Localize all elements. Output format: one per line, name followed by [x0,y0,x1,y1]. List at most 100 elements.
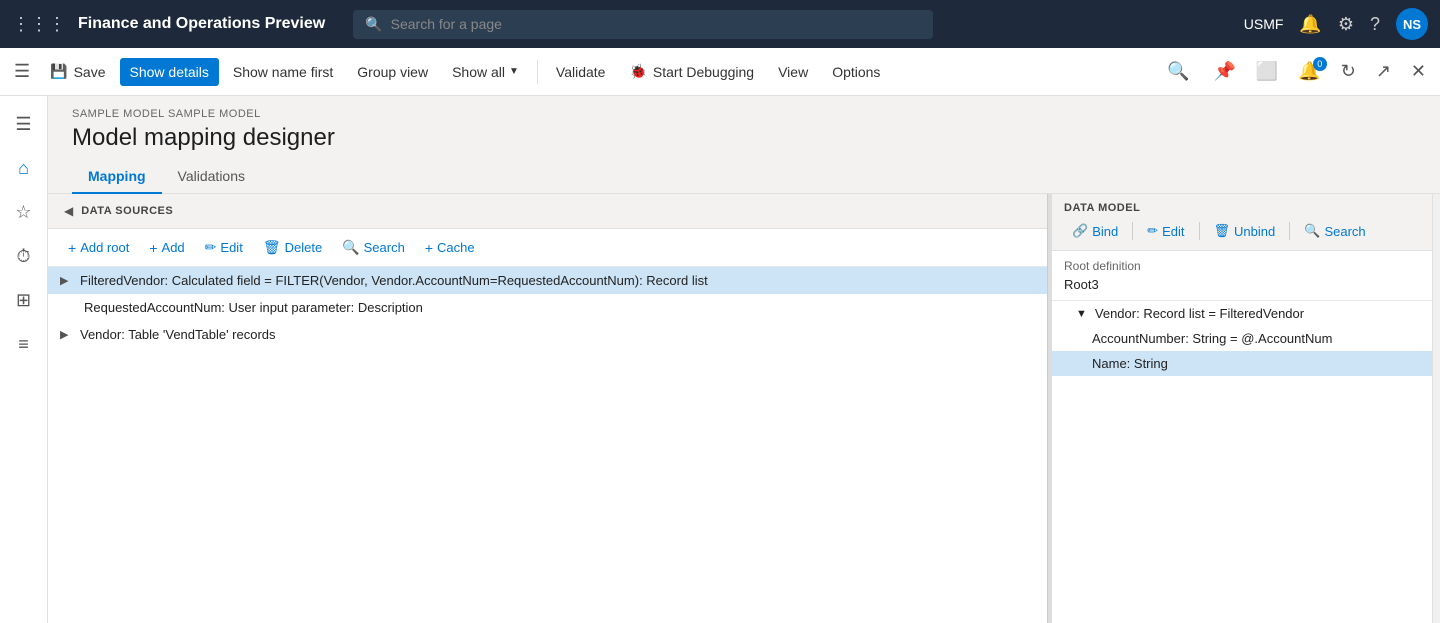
show-all-button[interactable]: Show all ▼ [442,58,529,86]
data-model-toolbar: 🔗 Bind ✏ Edit 🗑 Unbind [1064,220,1420,242]
data-model-title: DATA MODEL [1064,202,1420,214]
search-icon: 🔍 [342,239,359,256]
data-model-panel: DATA MODEL 🔗 Bind ✏ Edit 🗑 [1052,194,1432,623]
search-icon: 🔍 [365,16,382,33]
sidebar-item-home[interactable]: ⌂ [4,148,44,188]
chevron-down-icon: ▼ [509,66,519,77]
dm-tree-item-name-string[interactable]: Name: String [1052,351,1432,376]
sidebar: ☰ ⌂ ☆ ⏱ ⊞ ≡ [0,96,48,623]
sidebar-item-recent[interactable]: ⏱ [4,236,44,276]
dm-tree-item-text: Name: String [1092,356,1168,371]
cache-icon: + [425,240,433,256]
root-definition: Root definition Root3 [1052,251,1432,301]
save-button[interactable]: 💾 Save [40,57,115,86]
cache-button[interactable]: + Cache [417,236,483,260]
expand-icon[interactable]: ▶ [60,274,76,287]
add-button[interactable]: + Add [141,236,192,260]
tab-mapping[interactable]: Mapping [72,160,162,194]
global-search-bar[interactable]: 🔍 [353,10,933,39]
dm-tree-item-text: AccountNumber: String = @.AccountNum [1092,331,1332,346]
tree-item-filtered-vendor[interactable]: ▶ FilteredVendor: Calculated field = FIL… [48,267,1047,294]
search-page-icon[interactable]: 🔍 [1161,57,1195,86]
tree-item-text: RequestedAccountNum: User input paramete… [84,300,1035,315]
search-button[interactable]: 🔍 Search [334,235,413,260]
unbind-icon: 🗑 [1214,223,1231,239]
dm-edit-button[interactable]: ✏ Edit [1139,220,1192,242]
app-title: Finance and Operations Preview [78,15,325,33]
main-layout: ☰ ⌂ ☆ ⏱ ⊞ ≡ SAMPLE MODEL SAMPLE MODEL Mo… [0,96,1440,623]
refresh-icon[interactable]: ↻ [1335,57,1362,86]
bind-button[interactable]: 🔗 Bind [1064,220,1126,242]
page-header: SAMPLE MODEL SAMPLE MODEL Model mapping … [48,96,1440,160]
validate-button[interactable]: Validate [546,58,616,86]
group-view-button[interactable]: Group view [347,58,438,86]
debug-icon: 🐞 [629,63,646,80]
page-title: Model mapping designer [72,124,1416,152]
plus-icon: + [68,240,76,256]
save-icon: 💾 [50,63,67,80]
delete-icon: 🗑 [263,239,281,256]
sidebar-item-list[interactable]: ≡ [4,324,44,364]
open-in-new-icon[interactable]: ↗ [1370,57,1397,86]
show-details-button[interactable]: Show details [120,58,219,86]
content-area: SAMPLE MODEL SAMPLE MODEL Model mapping … [48,96,1440,623]
dm-tree-item-text: Vendor: Record list = FilteredVendor [1095,306,1304,321]
notification-badge: 0 [1313,57,1327,71]
panel-collapse-toggle[interactable]: ◀ [60,202,77,220]
pin-icon[interactable]: 📌 [1207,57,1241,86]
edit-icon: ✏ [1147,223,1158,239]
hamburger-menu-icon[interactable]: ☰ [8,57,36,86]
tree-item-vendor[interactable]: ▶ Vendor: Table 'VendTable' records [48,321,1047,348]
search-icon: 🔍 [1304,223,1320,239]
close-icon[interactable]: ✕ [1405,57,1432,86]
link-icon: 🔗 [1072,223,1088,239]
breadcrumb: SAMPLE MODEL SAMPLE MODEL [72,108,1416,120]
sidebar-item-menu[interactable]: ☰ [4,104,44,144]
separator [1289,222,1290,240]
right-scrollbar[interactable] [1432,194,1440,623]
separator [537,60,538,84]
view-button[interactable]: View [768,58,818,86]
top-nav-right: USMF 🔔 ⚙ ? NS [1244,8,1428,40]
expand-icon[interactable]: ▶ [60,328,76,341]
data-model-header: DATA MODEL 🔗 Bind ✏ Edit 🗑 [1052,194,1432,251]
separator [1132,222,1133,240]
notification-icon[interactable]: 🔔 0 [1292,57,1326,86]
help-icon[interactable]: ? [1370,14,1380,35]
settings-gear-icon[interactable]: ⚙ [1338,14,1354,35]
delete-button[interactable]: 🗑 Delete [255,235,330,260]
root-definition-value: Root3 [1064,277,1420,292]
data-sources-header: ◀ DATA SOURCES [48,194,1047,229]
unbind-button[interactable]: 🗑 Unbind [1206,220,1284,242]
app-grid-icon[interactable]: ⋮⋮⋮ [12,14,66,35]
edit-button[interactable]: ✏ Edit [197,235,251,260]
separator [1199,222,1200,240]
sidebar-item-workspaces[interactable]: ⊞ [4,280,44,320]
show-name-first-button[interactable]: Show name first [223,58,343,86]
avatar[interactable]: NS [1396,8,1428,40]
tab-bar: Mapping Validations [48,160,1440,194]
top-nav-bar: ⋮⋮⋮ Finance and Operations Preview 🔍 USM… [0,0,1440,48]
user-org-label: USMF [1244,16,1284,32]
add-root-button[interactable]: + Add root [60,236,137,260]
global-search-input[interactable] [391,16,922,32]
data-sources-toolbar: + Add root + Add ✏ Edit 🗑 Delete [48,229,1047,267]
tree-item-requested-account[interactable]: RequestedAccountNum: User input paramete… [48,294,1047,321]
data-sources-panel: ◀ DATA SOURCES + Add root + Add ✏ E [48,194,1048,623]
edit-icon: ✏ [205,239,217,256]
root-definition-label: Root definition [1064,259,1420,273]
dm-search-button[interactable]: 🔍 Search [1296,220,1373,242]
start-debugging-button[interactable]: 🐞 Start Debugging [619,57,764,86]
data-model-tree: ▼ Vendor: Record list = FilteredVendor A… [1052,301,1432,623]
dm-tree-item-account-number[interactable]: AccountNumber: String = @.AccountNum [1052,326,1432,351]
tab-validations[interactable]: Validations [162,160,261,194]
sidebar-item-favorites[interactable]: ☆ [4,192,44,232]
data-sources-tree: ▶ FilteredVendor: Calculated field = FIL… [48,267,1047,623]
options-button[interactable]: Options [822,58,890,86]
dm-tree-item-vendor[interactable]: ▼ Vendor: Record list = FilteredVendor [1052,301,1432,326]
tree-item-text: FilteredVendor: Calculated field = FILTE… [80,273,1035,288]
expand-icon[interactable]: ⬜ [1250,57,1284,86]
notification-bell-icon[interactable]: 🔔 [1299,14,1321,35]
cmd-bar-icon-group: 📌 ⬜ 🔔 0 ↻ ↗ ✕ [1207,57,1432,86]
collapse-icon[interactable]: ▼ [1076,308,1087,320]
